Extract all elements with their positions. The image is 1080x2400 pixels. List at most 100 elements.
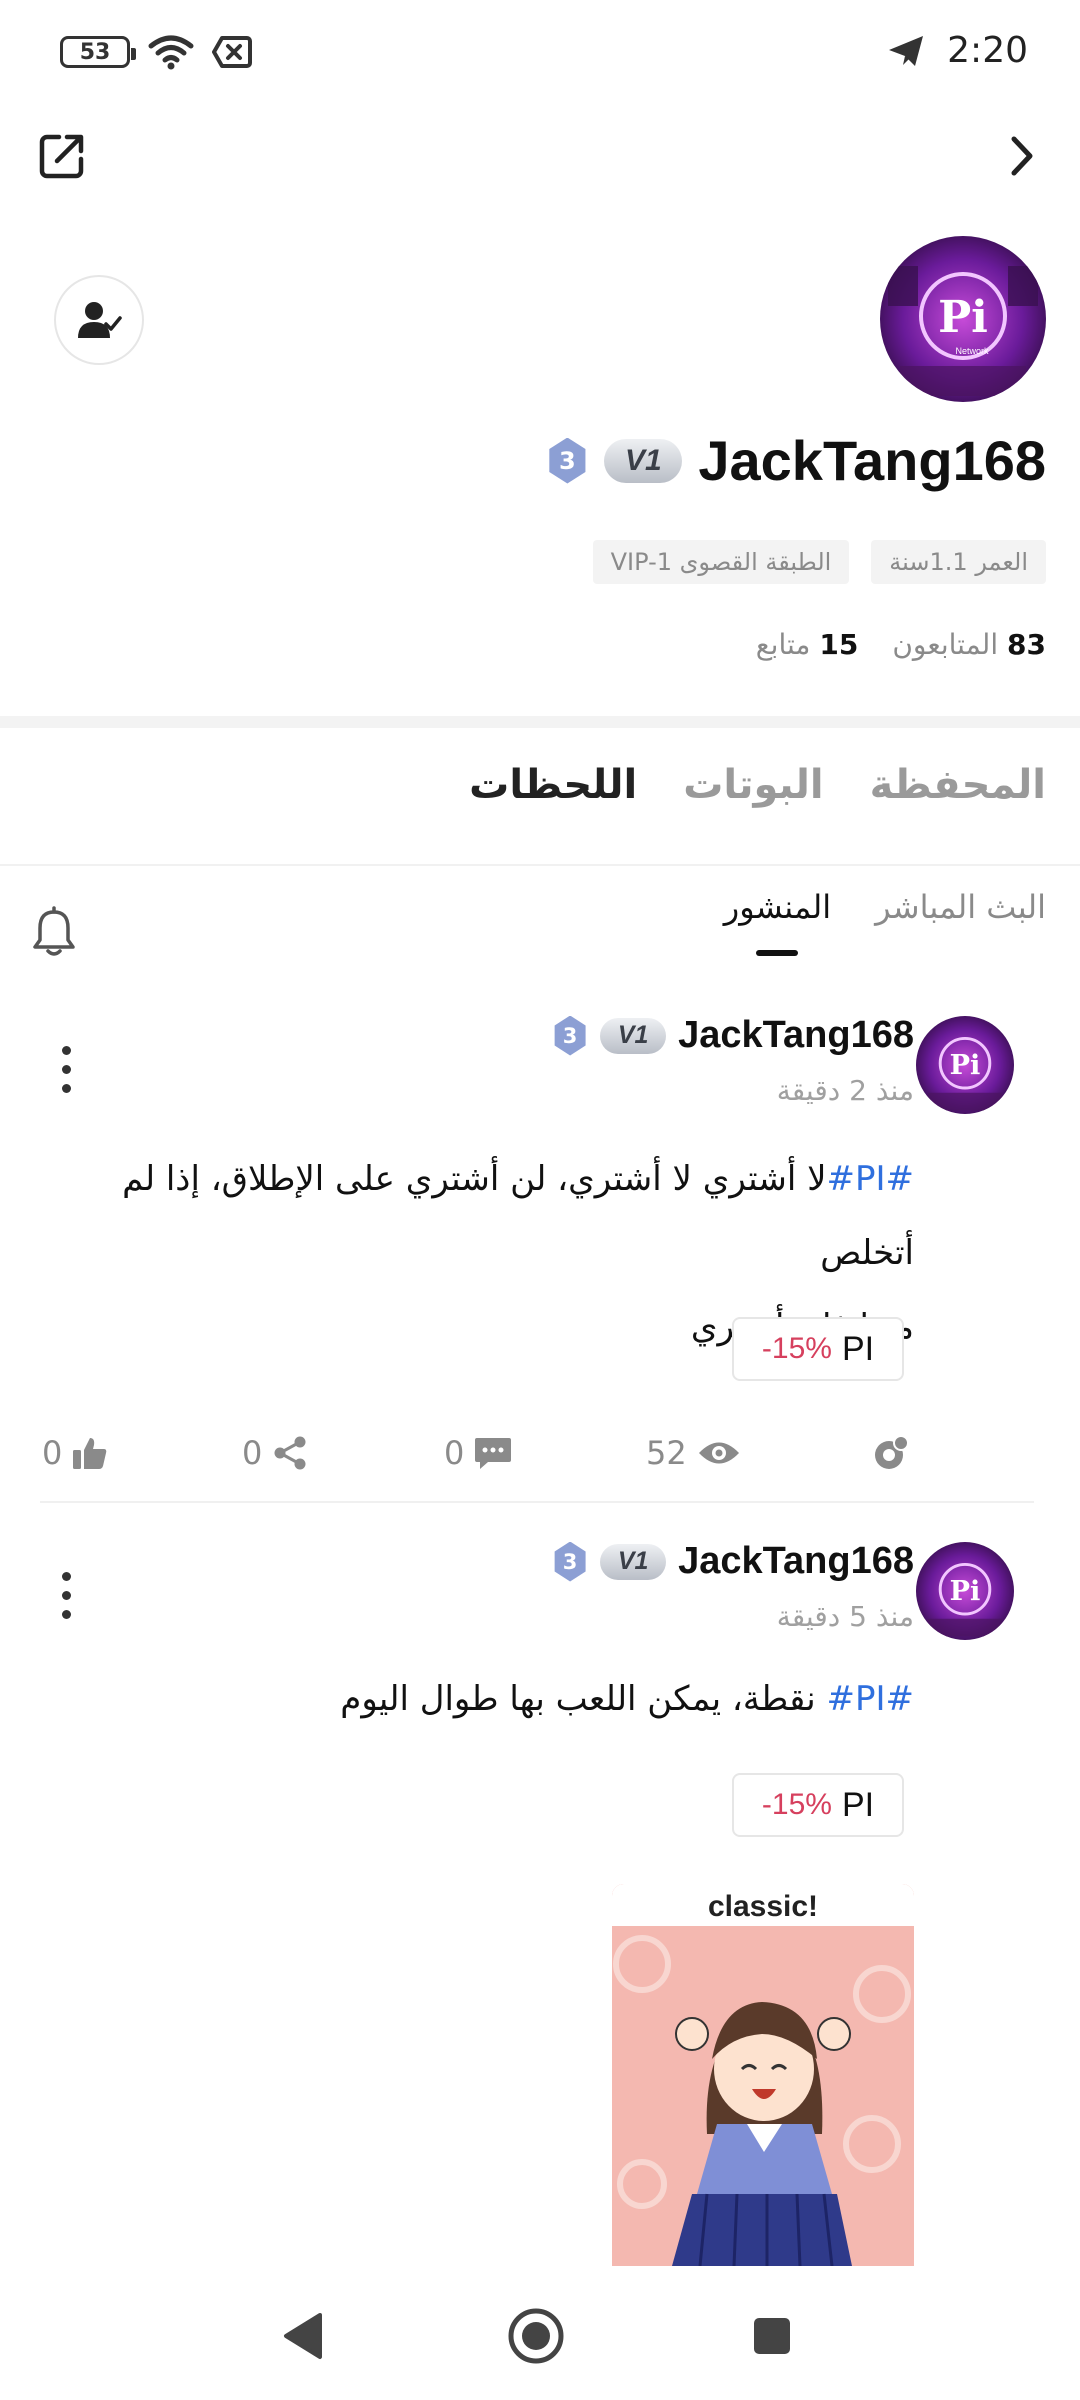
no-sim-icon [212,36,252,68]
post-username[interactable]: JackTang168 [678,1540,914,1583]
telegram-icon [889,35,924,66]
nav-recents-button[interactable] [734,2298,810,2374]
battery-icon: 53 [60,36,136,68]
svg-text:Pi: Pi [938,292,988,343]
reward-button[interactable] [872,1423,910,1483]
top-bar [0,120,1080,192]
section-divider [0,716,1080,728]
more-options-icon[interactable] [56,1572,76,1619]
post-avatar[interactable]: Pi [916,1016,1014,1114]
level-badge: 3 [554,1541,586,1582]
post-username[interactable]: JackTang168 [678,1014,914,1057]
following-stat[interactable]: 15 متابع [756,628,859,661]
tab-wallet[interactable]: المحفظة [870,762,1046,808]
following-count: 15 [819,628,859,661]
subtab-live[interactable]: البث المباشر [875,888,1046,926]
chevron-right-icon [1011,136,1033,176]
post-avatar[interactable]: Pi [916,1542,1014,1640]
tab-moments[interactable]: اللحظات [469,762,637,808]
hashtag-link[interactable]: #PI# [826,1159,914,1199]
post-header: JackTang168 V1 3 [552,1014,914,1057]
comment-button[interactable]: 0 [444,1423,512,1483]
share-icon [274,1436,306,1470]
like-count: 0 [42,1434,63,1472]
post-image[interactable]: classic! [612,1884,914,2266]
profile-name-row: JackTang168 V1 3 [546,428,1046,493]
coin-chip[interactable]: -15% PI [732,1773,904,1837]
circle-home-icon [508,2308,564,2364]
thumbs-up-icon [73,1438,107,1469]
more-options-icon[interactable] [56,1046,76,1093]
share-count: 0 [242,1434,263,1472]
profile-stats: 15 متابع 83 المتابعون [756,628,1046,661]
clock: 2:20 [947,30,1028,71]
vip-badge: V1 [600,1543,667,1580]
profile-username: JackTang168 [698,429,1046,492]
subtab-posts[interactable]: المنشور [724,888,831,926]
sticker-caption: classic! [708,1890,818,1923]
post-card[interactable]: Pi JackTang168 V1 3 منذ 5 دقيقة #PI# نقط… [0,1536,1080,2270]
svg-text:Pi: Pi [950,1050,981,1081]
post-card[interactable]: Pi JackTang168 V1 3 منذ 2 دقيقة #PI#لا أ… [0,1010,1080,1506]
post-time: منذ 2 دقيقة [776,1074,914,1107]
svg-text:Network: Network [955,346,989,356]
coin-name: PI [841,1785,875,1824]
post-separator [40,1501,1034,1503]
profile-avatar[interactable]: Pi Network [880,236,1046,402]
coin-chip[interactable]: -15% PI [732,1317,904,1381]
view-count: 52 [646,1434,687,1472]
tab-bots[interactable]: البوتات [683,762,823,808]
views-counter: 52 [646,1423,741,1483]
square-recents-icon [754,2318,790,2354]
account-age-tag: العمر 1.1سنة [871,540,1046,584]
post-body: #PI# نقطة، يمكن اللعب بها طوال اليوم [94,1662,914,1736]
post-header: JackTang168 V1 3 [552,1540,914,1583]
back-button[interactable] [994,128,1050,184]
eye-icon [698,1442,739,1464]
status-bar: 53 2:20 [0,0,1080,110]
post-time: منذ 5 دقيقة [776,1600,914,1633]
followers-count: 83 [1007,628,1046,661]
main-tabs: اللحظات البوتات المحفظة [469,762,1046,808]
following-label: متابع [755,628,811,661]
post-text-line-1: #PI#لا أشتري لا أشتري، لن أشتري على الإط… [94,1142,914,1290]
system-navigation-bar [0,2270,1080,2400]
vip-badge: V1 [604,438,683,483]
comment-icon [475,1438,512,1469]
coin-reward-icon [875,1435,909,1469]
hashtag-link[interactable]: #PI# [826,1679,914,1719]
pi-network-avatar-image: Pi [916,1542,1014,1640]
post-text-1: نقطة، يمكن اللعب بها طوال اليوم [340,1679,816,1719]
followers-label: المتابعون [892,628,999,661]
wifi-icon [148,35,194,70]
share-external-icon [39,134,84,179]
share-button[interactable] [34,128,90,184]
pi-network-avatar-image: Pi Network [880,236,1046,402]
level-badge: 3 [554,1015,586,1056]
post-text-line-1: #PI# نقطة، يمكن اللعب بها طوال اليوم [94,1662,914,1736]
post-text-1: لا أشتري لا أشتري، لن أشتري على الإطلاق،… [122,1159,914,1273]
triangle-back-icon [284,2313,322,2359]
profile-tags: العمر 1.1سنة الطبقة القصوى VIP-1 [592,540,1046,584]
comment-count: 0 [444,1434,465,1472]
like-button[interactable]: 0 [42,1423,108,1483]
share-post-button[interactable]: 0 [242,1423,308,1483]
tabs-divider [0,864,1080,866]
nav-home-button[interactable] [498,2298,574,2374]
level-badge: 3 [549,437,586,484]
pi-network-avatar-image: Pi [916,1016,1014,1114]
follow-button[interactable] [54,275,144,365]
sub-tabs: المنشور البث المباشر [724,888,1046,926]
nav-back-button[interactable] [264,2298,340,2374]
svg-text:Pi: Pi [950,1576,981,1607]
coin-change: -15% [761,1788,832,1821]
vip-badge: V1 [600,1017,667,1054]
bell-icon[interactable] [30,906,78,958]
battery-level: 53 [79,39,111,65]
post-actions: 0 0 0 52 [0,1423,1080,1483]
anime-sticker-image: classic! [612,1884,914,2266]
vip-tier-tag: الطبقة القصوى VIP-1 [592,540,850,584]
coin-change: -15% [761,1332,832,1365]
followers-stat[interactable]: 83 المتابعون [892,628,1046,661]
coin-name: PI [841,1329,875,1368]
